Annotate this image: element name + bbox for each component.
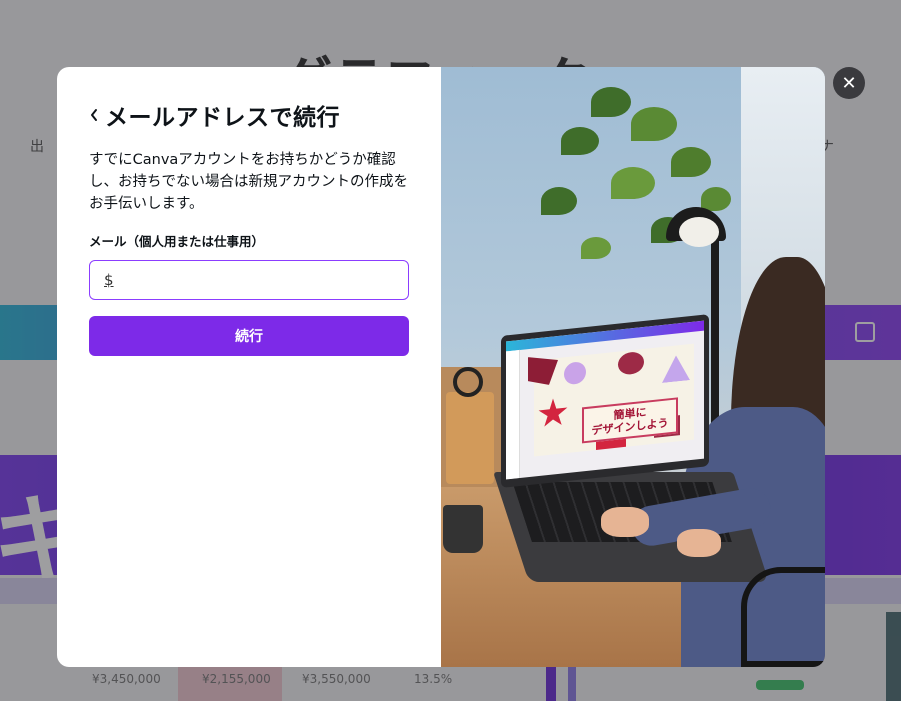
photo-laptop-screen: 簡単に デザインしよう [501,314,709,488]
email-input[interactable] [119,262,408,298]
modal-form-panel: メールアドレスで続行 すでにCanvaアカウントをお持ちかどうか確認し、お持ちで… [57,67,441,667]
email-label: メール（個人用または仕事用） [89,234,265,249]
photo-plant-leaf [631,107,677,141]
photo-plant-leaf [611,167,655,199]
photo-slide-shape [662,354,690,383]
photo-plant-leaf [561,127,599,155]
continue-button[interactable]: 続行 [89,316,409,356]
photo-plant-leaf [591,87,631,117]
photo-slide: 簡単に デザインしよう [534,343,694,457]
photo-mug [443,505,483,553]
close-icon: ✕ [841,72,857,94]
photo-person-hand [677,529,721,557]
photo-screen-content: 簡単に デザインしよう [506,320,704,480]
photo-pencil-cup [446,392,494,484]
modal-header: メールアドレスで続行 [89,99,409,131]
photo-scissors [453,367,483,397]
photo-plant-leaf [701,187,731,211]
photo-plant-leaf [581,237,611,259]
email-field[interactable]: $ [89,260,409,300]
photo-person-hand [601,507,649,537]
chevron-left-icon [91,109,97,121]
photo-plant-leaf [541,187,577,215]
photo-slide-shape [528,354,558,387]
photo-slide-shape [538,397,568,430]
login-modal: メールアドレスで続行 すでにCanvaアカウントをお持ちかどうか確認し、お持ちで… [57,67,825,667]
photo-lamp-shade [679,217,719,247]
email-prefix-icon: $ [104,271,114,289]
hero-photo: 簡単に デザインしよう [441,67,825,667]
back-button[interactable] [89,103,105,127]
photo-slide-line2: デザインしよう [591,416,669,438]
photo-slide-shape [564,360,586,386]
photo-screen-sidebar [506,349,520,480]
close-button[interactable]: ✕ [833,67,865,99]
photo-slide-shape [618,350,644,376]
photo-chair [741,567,825,667]
modal-description: すでにCanvaアカウントをお持ちかどうか確認し、お持ちでない場合は新規アカウン… [89,152,408,212]
photo-plant-leaf [671,147,711,177]
modal-title: メールアドレスで続行 [105,105,340,131]
